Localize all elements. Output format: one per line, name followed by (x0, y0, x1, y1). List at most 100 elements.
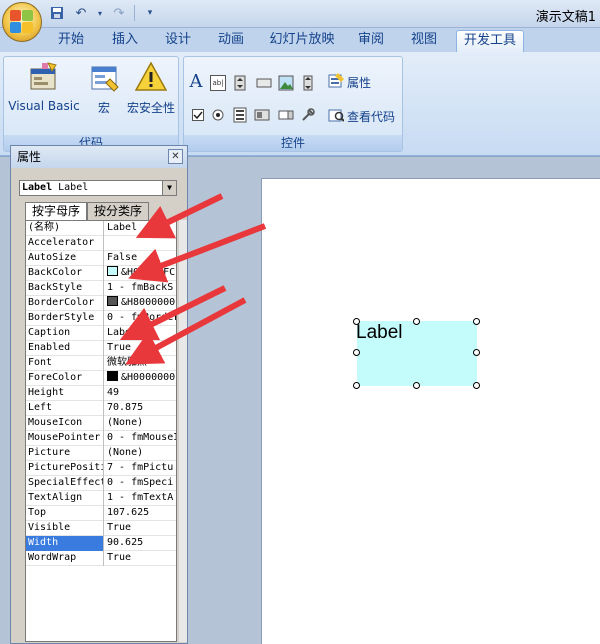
property-row[interactable]: Font 微软雅黑 (26, 356, 176, 371)
property-value[interactable]: 70.875 (105, 401, 176, 416)
property-row[interactable]: BackColor &H00FFFFC (26, 266, 176, 281)
resize-handle-top[interactable] (413, 318, 420, 325)
title-bar: ↶ ▾ ↷ ▾ 演示文稿1 (0, 0, 600, 28)
property-value[interactable]: True (105, 341, 176, 356)
property-value[interactable]: 0 - fmMouseI (105, 431, 176, 446)
property-row[interactable]: Width 90.625 (26, 536, 176, 551)
option-button-icon[interactable] (210, 107, 226, 123)
property-value[interactable]: 0 - fmSpeci (105, 476, 176, 491)
undo-icon[interactable]: ↶ (72, 4, 90, 22)
properties-button[interactable]: 属性 (328, 73, 371, 92)
tab-animation[interactable]: 动画 (210, 30, 252, 52)
property-value[interactable]: 90.625 (105, 536, 176, 551)
tab-slideshow[interactable]: 幻灯片放映 (264, 30, 340, 52)
property-row[interactable]: Height 49 (26, 386, 176, 401)
office-button[interactable] (2, 2, 42, 42)
property-row[interactable]: AutoSize False (26, 251, 176, 266)
property-value[interactable]: 107.625 (105, 506, 176, 521)
property-row[interactable]: Visible True (26, 521, 176, 536)
undo-dropdown-icon[interactable]: ▾ (96, 4, 104, 22)
property-value[interactable]: False (105, 251, 176, 266)
code-group: Visual Basic 宏 宏安全性 代码 (3, 56, 179, 152)
property-value[interactable]: Label (105, 326, 176, 341)
macro-security-button[interactable]: 宏安全性 (122, 61, 180, 116)
macro-security-label: 宏安全性 (126, 101, 175, 115)
combobox-control-icon[interactable] (278, 107, 294, 123)
tab-review[interactable]: 审阅 (350, 30, 392, 52)
tab-categorized[interactable]: 按分类序 (87, 202, 149, 220)
property-row[interactable]: (名称) Label (26, 221, 176, 236)
property-row[interactable]: Left 70.875 (26, 401, 176, 416)
checkbox-control-icon[interactable] (190, 107, 206, 123)
tab-developer[interactable]: 开发工具 (456, 30, 524, 52)
property-row[interactable]: WordWrap True (26, 551, 176, 566)
property-value[interactable]: (None) (105, 446, 176, 461)
resize-handle-bottom-left[interactable] (353, 382, 360, 389)
tab-insert[interactable]: 插入 (104, 30, 146, 52)
property-row[interactable]: Caption Label (26, 326, 176, 341)
property-value[interactable]: 微软雅黑 (105, 356, 176, 371)
property-value[interactable]: (None) (105, 416, 176, 431)
resize-handle-right[interactable] (473, 349, 480, 356)
property-value[interactable]: &H0000000 (105, 371, 176, 386)
property-value[interactable] (105, 236, 176, 251)
property-value[interactable]: Label (105, 221, 176, 236)
property-value[interactable]: True (105, 551, 176, 566)
resize-handle-left[interactable] (353, 349, 360, 356)
listbox-control-icon[interactable] (232, 107, 248, 123)
property-row[interactable]: Top 107.625 (26, 506, 176, 521)
label-control-icon[interactable]: A (188, 71, 204, 92)
visual-basic-button[interactable]: Visual Basic (8, 61, 80, 113)
macro-button[interactable]: 宏 (84, 61, 124, 116)
slide-canvas[interactable] (261, 178, 600, 644)
property-row[interactable]: BorderColor &H8000000 (26, 296, 176, 311)
property-row[interactable]: Picture (None) (26, 446, 176, 461)
tab-design[interactable]: 设计 (157, 30, 199, 52)
redo-icon[interactable]: ↷ (110, 4, 128, 22)
property-value[interactable]: &H8000000 (105, 296, 176, 311)
save-icon[interactable] (48, 4, 66, 22)
property-value[interactable]: True (105, 521, 176, 536)
close-icon[interactable]: ✕ (168, 149, 183, 164)
more-controls-icon[interactable] (300, 107, 316, 123)
property-value[interactable]: 7 - fmPictu (105, 461, 176, 476)
property-value[interactable]: 0 - fmBorder (105, 311, 176, 326)
view-code-button[interactable]: 查看代码 (328, 107, 395, 126)
property-row[interactable]: SpecialEffect 0 - fmSpeci (26, 476, 176, 491)
tab-view[interactable]: 视图 (403, 30, 445, 52)
property-value[interactable]: 1 - fmTextA (105, 491, 176, 506)
properties-window: 属性 ✕ Label Label ▼ 按字母序 按分类序 (名称) Label Ac… (10, 145, 188, 644)
scrollbar-control-icon[interactable] (300, 75, 316, 91)
chevron-down-icon[interactable]: ▼ (162, 181, 176, 195)
property-row[interactable]: Accelerator (26, 236, 176, 251)
property-row[interactable]: Enabled True (26, 341, 176, 356)
property-name: Picture (26, 446, 104, 461)
image-control-icon[interactable] (278, 75, 294, 91)
tab-home[interactable]: 开始 (50, 30, 92, 52)
resize-handle-bottom-right[interactable] (473, 382, 480, 389)
command-button-icon[interactable] (256, 75, 272, 91)
property-row[interactable]: BorderStyle 0 - fmBorder (26, 311, 176, 326)
tab-alphabetic[interactable]: 按字母序 (25, 202, 87, 221)
property-value[interactable]: 1 - fmBackS (105, 281, 176, 296)
property-row[interactable]: TextAlign 1 - fmTextA (26, 491, 176, 506)
property-row[interactable]: BackStyle 1 - fmBackS (26, 281, 176, 296)
customize-qat-icon[interactable]: ▾ (141, 4, 159, 22)
property-row[interactable]: ForeColor &H0000000 (26, 371, 176, 386)
toggle-button-icon[interactable] (254, 107, 270, 123)
resize-handle-top-left[interactable] (353, 318, 360, 325)
object-selector[interactable]: Label Label ▼ (19, 180, 177, 196)
property-grid-scrollbar[interactable] (179, 220, 187, 642)
resize-handle-top-right[interactable] (473, 318, 480, 325)
textbox-control-icon[interactable]: ab| (210, 75, 226, 91)
property-row[interactable]: PicturePosition7 - fmPictu (26, 461, 176, 476)
resize-handle-bottom[interactable] (413, 382, 420, 389)
property-grid: (名称) Label Accelerator AutoSize False BackCol… (25, 220, 177, 642)
property-name: Font (26, 356, 104, 371)
property-value[interactable]: 49 (105, 386, 176, 401)
property-name: BackStyle (26, 281, 104, 296)
property-row[interactable]: MouseIcon (None) (26, 416, 176, 431)
property-value[interactable]: &H00FFFFC (105, 266, 176, 281)
spin-button-icon[interactable] (232, 75, 248, 91)
property-row[interactable]: MousePointer 0 - fmMouseI (26, 431, 176, 446)
